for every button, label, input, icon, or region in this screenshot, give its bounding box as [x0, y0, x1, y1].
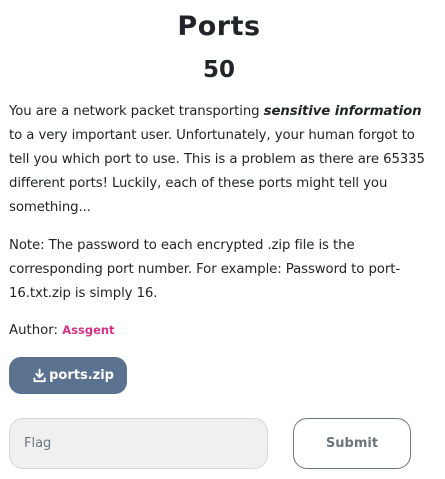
challenge-description: You are a network packet transporting se… — [9, 100, 429, 306]
description-note: Note: The password to each encrypted .zi… — [9, 238, 401, 301]
challenge-title: Ports — [177, 11, 261, 42]
download-file-button[interactable]: ports.zip — [9, 357, 127, 394]
challenge-points: 50 — [202, 57, 235, 83]
author-label: Author: — [9, 323, 63, 338]
author-line: Author: Assgent — [9, 320, 429, 341]
flag-input[interactable] — [9, 418, 268, 469]
description-intro-after: to a very important user. Unfortunately,… — [9, 128, 425, 215]
author-name: Assgent — [62, 323, 115, 337]
submit-button[interactable]: Submit — [293, 418, 411, 469]
description-emphasis: sensitive information — [263, 104, 422, 119]
flag-submission-row: Submit — [9, 418, 411, 469]
download-icon — [33, 368, 46, 383]
description-intro: You are a network packet transporting se… — [9, 100, 429, 220]
description-intro-before: You are a network packet transporting — [9, 104, 264, 119]
challenge-panel: Ports 50 You are a network packet transp… — [9, 0, 429, 394]
download-file-label: ports.zip — [49, 368, 114, 383]
